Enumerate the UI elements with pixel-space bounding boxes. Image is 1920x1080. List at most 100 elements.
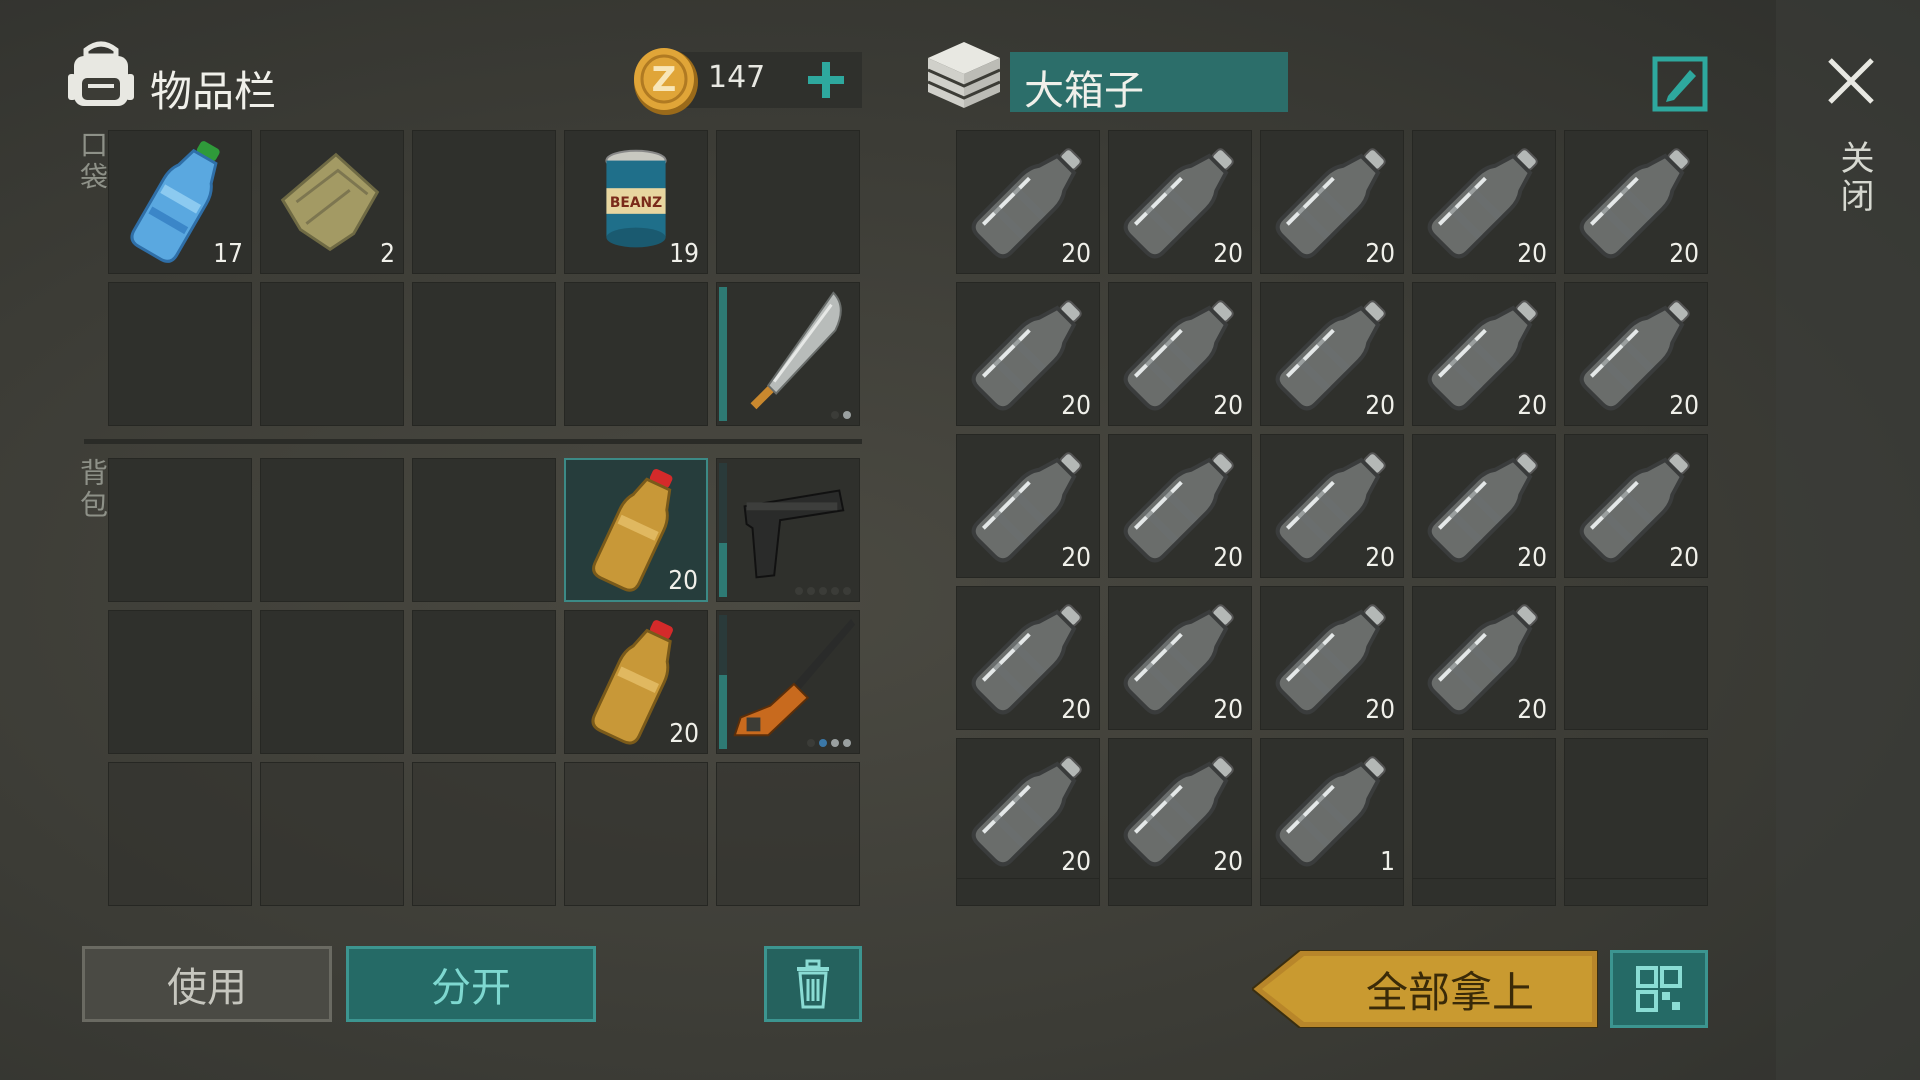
slot-empty[interactable] [956, 878, 1100, 906]
item-count: 20 [1061, 695, 1091, 725]
slot-empty-bottle[interactable]: 20 [1108, 130, 1252, 274]
item-count: 20 [1061, 391, 1091, 421]
slot-empty-bottle[interactable]: 20 [1260, 586, 1404, 730]
item-count: 20 [1517, 543, 1547, 573]
slot-empty[interactable] [716, 762, 860, 906]
inventory-title: 物品栏 [150, 67, 277, 116]
close-label[interactable]: 关闭 [1830, 140, 1879, 216]
take-all-button[interactable]: 全部拿上 [1252, 950, 1598, 1028]
slot-cloth[interactable]: 2 [260, 130, 404, 274]
slot-empty-bottle[interactable]: 20 [1108, 738, 1252, 882]
backpack-label: 背包 [76, 458, 109, 522]
item-count: 20 [1669, 543, 1699, 573]
slot-empty-bottle[interactable]: 20 [1564, 434, 1708, 578]
slot-empty[interactable] [1108, 878, 1252, 906]
slot-water-bottle[interactable]: 17 [108, 130, 252, 274]
coin-icon: Z [632, 44, 700, 116]
trash-button[interactable] [764, 946, 862, 1022]
slot-empty-bottle[interactable]: 20 [1260, 130, 1404, 274]
item-count: 20 [668, 566, 698, 596]
item-count: 1 [1380, 847, 1395, 877]
slot-empty-bottle[interactable]: 20 [1260, 282, 1404, 426]
slot-rifle[interactable] [716, 610, 860, 754]
slot-empty-bottle[interactable]: 20 [1108, 434, 1252, 578]
slot-empty-bottle[interactable]: 20 [956, 738, 1100, 882]
slot-empty[interactable] [412, 762, 556, 906]
item-count: 20 [1061, 543, 1091, 573]
pistol-icon [743, 489, 845, 579]
slot-empty-bottle[interactable]: 20 [1412, 282, 1556, 426]
slot-empty-bottle[interactable]: 20 [956, 434, 1100, 578]
edit-icon[interactable] [1652, 56, 1708, 112]
slot-empty[interactable] [1564, 878, 1708, 906]
durability-dots [807, 739, 851, 747]
item-count: 20 [1213, 239, 1243, 269]
slot-empty[interactable] [1412, 878, 1556, 906]
item-count: 20 [1061, 239, 1091, 269]
slot-empty[interactable] [260, 282, 404, 426]
item-count: 20 [1365, 695, 1395, 725]
slot-empty[interactable] [412, 610, 556, 754]
slot-empty-bottle[interactable]: 1 [1260, 738, 1404, 882]
slot-empty-bottle[interactable]: 20 [1564, 130, 1708, 274]
section-divider [84, 439, 862, 444]
slot-empty-bottle[interactable]: 20 [1260, 434, 1404, 578]
slot-empty[interactable] [564, 282, 708, 426]
item-count: 20 [1669, 239, 1699, 269]
backpack-icon [66, 38, 136, 112]
slot-empty-bottle[interactable]: 20 [1108, 282, 1252, 426]
slot-empty[interactable] [260, 610, 404, 754]
slot-empty-bottle[interactable]: 20 [1108, 586, 1252, 730]
slot-empty-bottle[interactable]: 20 [1412, 434, 1556, 578]
item-count: 20 [669, 719, 699, 749]
grid-view-button[interactable] [1610, 950, 1708, 1028]
close-icon[interactable] [1826, 56, 1876, 106]
slot-empty[interactable] [1564, 586, 1708, 730]
item-count: 19 [669, 239, 699, 269]
slot-empty[interactable] [412, 282, 556, 426]
item-count: 20 [1669, 391, 1699, 421]
slot-empty[interactable] [108, 762, 252, 906]
slot-empty[interactable] [716, 130, 860, 274]
slot-empty[interactable] [260, 762, 404, 906]
item-count: 20 [1517, 239, 1547, 269]
slot-machete[interactable] [716, 282, 860, 426]
container-title: 大箱子 [1024, 68, 1144, 114]
durability-dots [795, 587, 851, 595]
slot-empty-bottle[interactable]: 20 [956, 586, 1100, 730]
slot-empty[interactable] [108, 282, 252, 426]
durability-dots [831, 411, 851, 419]
item-count: 20 [1517, 391, 1547, 421]
slot-pistol[interactable] [716, 458, 860, 602]
slot-empty[interactable] [260, 458, 404, 602]
coin-count: 147 [708, 60, 766, 95]
slot-juice-bottle-selected[interactable]: 20 [564, 458, 708, 602]
grid-icon [1636, 966, 1682, 1012]
slot-empty-bottle[interactable]: 20 [1412, 586, 1556, 730]
slot-empty-bottle[interactable]: 20 [956, 130, 1100, 274]
item-count: 20 [1213, 391, 1243, 421]
slot-empty-bottle[interactable]: 20 [1564, 282, 1708, 426]
slot-empty[interactable] [108, 458, 252, 602]
item-count: 20 [1213, 695, 1243, 725]
item-count: 20 [1365, 391, 1395, 421]
slot-empty[interactable] [108, 610, 252, 754]
item-count: 20 [1213, 543, 1243, 573]
slot-empty-bottle[interactable]: 20 [1412, 130, 1556, 274]
item-count: 20 [1061, 847, 1091, 877]
use-button[interactable]: 使用 [82, 946, 332, 1022]
svg-text:BEANZ: BEANZ [610, 195, 662, 211]
slot-empty-bottle[interactable]: 20 [956, 282, 1100, 426]
slot-juice-bottle[interactable]: 20 [564, 610, 708, 754]
slot-empty[interactable] [1564, 738, 1708, 882]
slot-empty[interactable] [564, 762, 708, 906]
slot-empty[interactable] [412, 130, 556, 274]
plus-icon[interactable] [804, 58, 848, 102]
slot-empty[interactable] [1412, 738, 1556, 882]
slot-beans-can[interactable]: BEANZ 19 [564, 130, 708, 274]
pocket-label: 口袋 [76, 130, 109, 194]
split-button[interactable]: 分开 [346, 946, 596, 1022]
slot-empty[interactable] [412, 458, 556, 602]
item-count: 20 [1365, 239, 1395, 269]
slot-empty[interactable] [1260, 878, 1404, 906]
